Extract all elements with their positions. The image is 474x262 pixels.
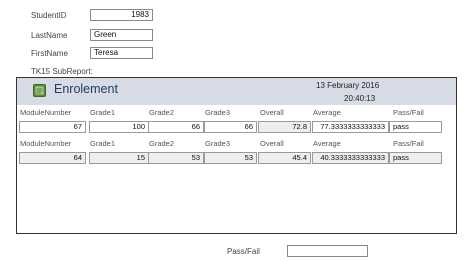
row1-grade3[interactable]: 66 [204, 121, 257, 133]
row2-module-number[interactable]: 64 [19, 152, 86, 164]
col-grade3: Grade3 [205, 139, 231, 148]
row2-grade3[interactable]: 53 [204, 152, 257, 164]
last-name-field[interactable]: Green [90, 29, 153, 41]
col-grade2: Grade2 [149, 108, 175, 117]
row1-grade1[interactable]: 100 [89, 121, 149, 133]
col-average: Average [313, 139, 341, 148]
report-time: 20:40:13 [344, 94, 376, 103]
row1-overall[interactable]: 72.8 [258, 121, 311, 133]
row1-module-number[interactable]: 67 [19, 121, 86, 133]
subreport-label: TK15 SubReport: [31, 67, 93, 76]
col-pass-fail: Pass/Fail [393, 108, 424, 117]
last-name-label: LastName [31, 31, 68, 40]
row2-grade1[interactable]: 15 [89, 152, 149, 164]
col-grade2: Grade2 [149, 139, 175, 148]
row2-average[interactable]: 40.3333333333333 [312, 152, 389, 164]
first-name-field[interactable]: Teresa [90, 47, 153, 59]
pass-fail-label: Pass/Fail [227, 247, 260, 256]
row1-grade2[interactable]: 66 [148, 121, 204, 133]
col-pass-fail: Pass/Fail [393, 139, 424, 148]
student-id-label: StudentID [31, 11, 67, 20]
row2-grade2[interactable]: 53 [148, 152, 204, 164]
col-grade3: Grade3 [205, 108, 231, 117]
col-module-number: ModuleNumber [20, 108, 72, 117]
col-grade1: Grade1 [90, 139, 116, 148]
student-id-field[interactable]: 1983 [90, 9, 153, 21]
report-icon [33, 84, 46, 97]
col-average: Average [313, 108, 341, 117]
row2-pass-fail[interactable]: pass [389, 152, 442, 164]
row2-overall[interactable]: 45.4 [258, 152, 311, 164]
row1-average[interactable]: 77.3333333333333 [312, 121, 389, 133]
pass-fail-field[interactable] [287, 245, 368, 257]
row1-pass-fail[interactable]: pass [389, 121, 442, 133]
col-module-number: ModuleNumber [20, 139, 72, 148]
subreport-title: Enrolement [54, 82, 118, 96]
col-overall: Overall [260, 108, 284, 117]
col-overall: Overall [260, 139, 284, 148]
report-date: 13 February 2016 [316, 81, 380, 90]
col-grade1: Grade1 [90, 108, 116, 117]
first-name-label: FirstName [31, 49, 68, 58]
